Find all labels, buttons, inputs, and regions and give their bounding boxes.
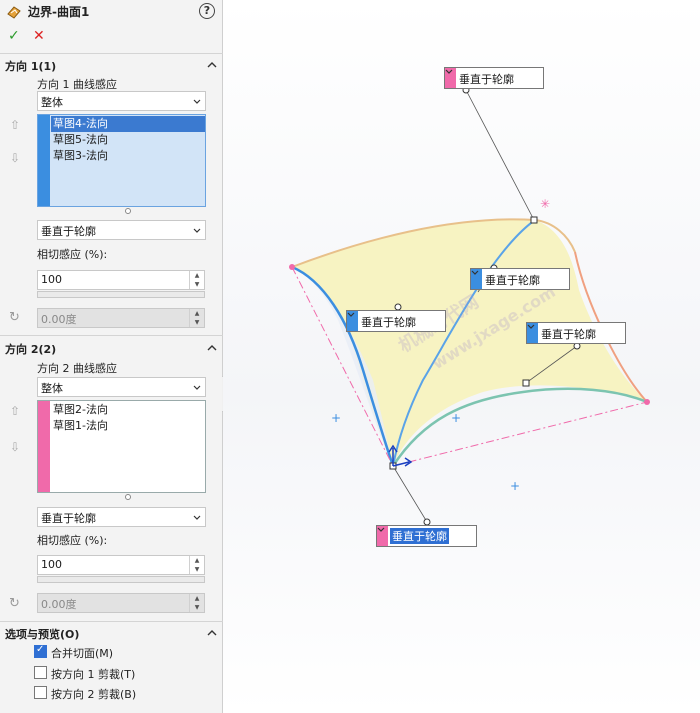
dir2-curve-value: 整体: [41, 382, 63, 395]
chevron-down-icon: [527, 324, 535, 329]
dir2-curve-list[interactable]: 草图2-法向 草图1-法向: [37, 400, 206, 493]
section-direction-2[interactable]: 方向 2(2): [5, 341, 56, 357]
chevron-down-icon: [193, 385, 201, 390]
dir2-angle-value: 0.00度: [41, 598, 77, 611]
callout-text: 垂直于轮廓: [485, 274, 540, 287]
trim-dir2-label: 按方向 2 剪裁(B): [51, 688, 137, 701]
boundary-surface-icon: [7, 6, 21, 19]
section-options[interactable]: 选项与预览(O): [5, 626, 79, 642]
trim-dir2-checkbox[interactable]: [34, 686, 47, 699]
dir1-tangent-slider[interactable]: [37, 291, 205, 298]
spin-buttons: ▲ ▼: [189, 309, 204, 327]
chevron-up-icon[interactable]: [207, 628, 217, 638]
divider: [0, 53, 223, 54]
chevron-down-icon: [193, 228, 201, 233]
dir2-tangent-label: 相切感应 (%):: [37, 534, 108, 547]
callout-text: 垂直于轮廓: [361, 316, 416, 329]
graphics-viewport[interactable]: ✳ + + + 机械时代网 www.jxage.com 垂直于轮廓 垂直于轮廓 …: [223, 0, 700, 713]
property-manager: 边界-曲面1 ? ✓ ✕ 方向 1(1) 方向 1 曲线感应 整体 ⇧ ⇩ 草图…: [0, 0, 223, 713]
spin-buttons[interactable]: ▲ ▼: [189, 271, 204, 289]
merge-tangent-label: 合并切面(M): [51, 647, 114, 660]
list-item[interactable]: 草图3-法向: [51, 148, 110, 164]
dir2-tangent-value: 100: [41, 558, 62, 571]
dir2-angle-input: 0.00度 ▲ ▼: [37, 593, 205, 613]
dir1-angle-value: 0.00度: [41, 313, 77, 326]
cancel-button[interactable]: ✕: [33, 28, 45, 44]
list-item[interactable]: 草图5-法向: [51, 132, 110, 148]
dir1-color-strip: [38, 115, 50, 206]
dir1-constraint-dropdown[interactable]: 垂直于轮廓: [37, 220, 206, 240]
dir1-curve-value: 整体: [41, 96, 63, 109]
callout-mid-right[interactable]: 垂直于轮廓: [470, 268, 570, 290]
callout-text: 垂直于轮廓: [459, 73, 514, 86]
callout-text: 垂直于轮廓: [541, 328, 596, 341]
callout-right[interactable]: 垂直于轮廓: [526, 322, 626, 344]
callout-bottom[interactable]: 垂直于轮廓: [376, 525, 477, 547]
dir1-tangent-input[interactable]: 100 ▲ ▼: [37, 270, 205, 290]
trim-dir1-label: 按方向 1 剪裁(T): [51, 668, 136, 681]
divider: [0, 335, 223, 336]
dir1-curve-dropdown[interactable]: 整体: [37, 91, 206, 111]
list-resize-handle[interactable]: [125, 208, 131, 214]
chevron-down-icon: [445, 69, 453, 74]
dir2-curve-dropdown[interactable]: 整体: [37, 377, 206, 397]
spin-buttons[interactable]: ▲ ▼: [189, 556, 204, 574]
move-up-icon[interactable]: ⇧: [10, 118, 20, 132]
dir2-constraint-value: 垂直于轮廓: [41, 512, 96, 525]
chevron-down-icon: [193, 99, 201, 104]
dir2-curve-label: 方向 2 曲线感应: [37, 362, 117, 375]
list-item[interactable]: 草图2-法向: [51, 402, 110, 418]
svg-text:✳: ✳: [540, 197, 550, 211]
rotate-icon[interactable]: ↻: [9, 596, 20, 611]
move-down-icon[interactable]: ⇩: [10, 151, 20, 165]
help-icon[interactable]: ?: [199, 3, 215, 19]
move-down-icon[interactable]: ⇩: [10, 440, 20, 454]
dir1-tangent-value: 100: [41, 273, 62, 286]
chevron-down-icon: [377, 527, 385, 532]
list-item[interactable]: 草图1-法向: [51, 418, 110, 434]
dir1-tangent-label: 相切感应 (%):: [37, 248, 108, 261]
list-resize-handle[interactable]: [125, 494, 131, 500]
rotate-icon[interactable]: ↻: [9, 310, 20, 325]
callout-left[interactable]: 垂直于轮廓: [346, 310, 446, 332]
dir1-constraint-value: 垂直于轮廓: [41, 225, 96, 238]
svg-text:+: +: [451, 411, 461, 425]
dir2-tangent-slider[interactable]: [37, 576, 205, 583]
chevron-down-icon: [347, 312, 355, 317]
dir1-angle-input: 0.00度 ▲ ▼: [37, 308, 205, 328]
spin-buttons: ▲ ▼: [189, 594, 204, 612]
move-up-icon[interactable]: ⇧: [10, 404, 20, 418]
dir1-curve-label: 方向 1 曲线感应: [37, 78, 117, 91]
dir2-tangent-input[interactable]: 100 ▲ ▼: [37, 555, 205, 575]
panel-header: 边界-曲面1 ?: [0, 0, 223, 24]
chevron-up-icon[interactable]: [207, 343, 217, 353]
svg-text:+: +: [331, 411, 341, 425]
list-item[interactable]: 草图4-法向: [51, 116, 205, 132]
chevron-down-icon: [471, 270, 479, 275]
panel-title: 边界-曲面1: [28, 5, 90, 19]
chevron-up-icon[interactable]: [207, 60, 217, 70]
trim-dir1-checkbox[interactable]: [34, 666, 47, 679]
dir1-curve-list[interactable]: 草图4-法向 草图5-法向 草图3-法向: [37, 114, 206, 207]
dir2-color-strip: [38, 401, 50, 492]
section-direction-1[interactable]: 方向 1(1): [5, 58, 56, 74]
svg-text:+: +: [510, 479, 520, 493]
chevron-down-icon: [193, 515, 201, 520]
callout-top[interactable]: 垂直于轮廓: [444, 67, 544, 89]
dir2-constraint-dropdown[interactable]: 垂直于轮廓: [37, 507, 206, 527]
divider: [0, 621, 223, 622]
callout-text: 垂直于轮廓: [390, 528, 449, 544]
ok-button[interactable]: ✓: [8, 28, 20, 44]
merge-tangent-checkbox[interactable]: [34, 644, 47, 658]
